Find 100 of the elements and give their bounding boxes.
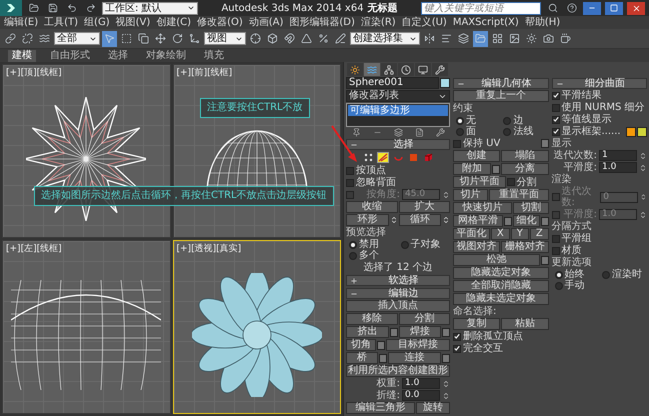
spinner-field[interactable]: 0.0 xyxy=(402,390,440,401)
close-button[interactable] xyxy=(627,2,645,14)
panel-tab[interactable] xyxy=(347,63,363,76)
panel-button[interactable]: 重置平面 xyxy=(489,189,548,201)
menu-item[interactable]: 图形编辑器(D) xyxy=(289,16,355,28)
panel-tab[interactable] xyxy=(415,63,431,76)
checkbox[interactable]: 保持 UV xyxy=(453,138,500,149)
panel-button[interactable]: 挤出 xyxy=(346,326,388,338)
panel-tab[interactable] xyxy=(432,63,448,76)
selection-filter-dropdown[interactable]: 全部 xyxy=(54,32,100,45)
radio-button[interactable]: 子对象 xyxy=(400,239,450,250)
rollout-header[interactable]: 编辑几何体 xyxy=(453,78,548,89)
panel-button[interactable]: 分离 xyxy=(501,163,548,175)
spinner-arrows-icon[interactable] xyxy=(639,164,647,172)
menu-item[interactable]: 帮助(H) xyxy=(524,16,560,28)
radio-button[interactable]: 禁用 xyxy=(349,239,398,250)
panel-button[interactable]: 细化 xyxy=(513,215,540,227)
settings-button[interactable] xyxy=(540,256,548,264)
checkbox[interactable]: 完全交互 xyxy=(453,343,503,354)
panel-button[interactable]: 目标焊接 xyxy=(386,339,450,351)
menu-item[interactable]: 视图(V) xyxy=(116,16,150,28)
radio-button[interactable]: 多个 xyxy=(349,250,398,261)
panel-button[interactable]: 粘贴 xyxy=(501,318,548,330)
radio-button[interactable]: 渲染时 xyxy=(602,269,647,280)
panel-button[interactable]: 切割 xyxy=(513,202,548,214)
panel-tab[interactable] xyxy=(398,63,414,76)
radio-button[interactable]: 法线 xyxy=(503,126,548,137)
viewport-label[interactable]: [+][前][线框] xyxy=(174,65,236,80)
ribbon-tab[interactable]: 对象绘制 xyxy=(142,50,190,62)
menu-item[interactable]: 创建(C) xyxy=(156,16,192,28)
modifier-list-dropdown[interactable]: 修改器列表 xyxy=(346,90,450,102)
selection-set-dropdown[interactable]: 创建选择集 xyxy=(350,32,420,45)
viewport[interactable]: [+][透视][真实] xyxy=(172,240,341,414)
panel-button[interactable]: 平面化 xyxy=(453,228,490,240)
panel-button[interactable]: 复制 xyxy=(453,318,500,330)
stack-item[interactable]: 可编辑多边形 xyxy=(348,105,448,116)
checkbox[interactable]: 平滑组 xyxy=(552,233,592,244)
settings-button[interactable] xyxy=(442,328,450,336)
panel-button[interactable]: 编辑三角形 xyxy=(346,402,415,414)
checkbox[interactable]: 材质 xyxy=(552,245,582,256)
spinner-arrows-icon[interactable] xyxy=(639,210,647,218)
checkbox[interactable]: 按顶点 xyxy=(346,165,386,176)
panel-button[interactable]: 松弛 xyxy=(453,254,540,266)
checkbox[interactable]: 删除孤立顶点 xyxy=(453,331,523,342)
panel-button[interactable]: 循环 xyxy=(398,214,441,226)
spinner-arrows-icon[interactable] xyxy=(442,216,450,224)
checkbox[interactable]: 显示框架...... xyxy=(552,126,621,137)
menu-item[interactable]: 渲染(R) xyxy=(360,16,396,28)
coordinate-dropdown[interactable]: 视图 xyxy=(204,32,246,45)
settings-button[interactable] xyxy=(376,340,385,350)
rollout-header[interactable]: 细分曲面 xyxy=(552,78,647,89)
checkbox[interactable]: 平滑结果 xyxy=(552,90,602,101)
app-logo-icon[interactable] xyxy=(0,0,22,16)
panel-button[interactable]: 插入顶点 xyxy=(346,300,450,312)
spinner-arrows-icon[interactable] xyxy=(442,392,450,400)
spinner-arrows-icon[interactable] xyxy=(640,193,647,201)
panel-button[interactable]: 隐藏未选定对象 xyxy=(453,293,548,305)
menu-item[interactable]: 自定义(U) xyxy=(402,16,447,28)
settings-button[interactable] xyxy=(442,354,450,362)
settings-button[interactable] xyxy=(390,328,398,336)
spinner-arrows-icon[interactable] xyxy=(442,190,450,198)
panel-button[interactable]: 收缩 xyxy=(346,201,398,213)
rollout-header[interactable]: 选择 xyxy=(346,139,450,150)
menu-item[interactable]: 工具(T) xyxy=(44,16,78,28)
maximize-button[interactable] xyxy=(605,2,623,14)
settings-button[interactable] xyxy=(504,216,512,226)
panel-button[interactable]: 附加 xyxy=(453,163,492,175)
panel-button[interactable]: 全部取消隐藏 xyxy=(453,280,548,292)
panel-button[interactable]: 塌陷 xyxy=(501,150,548,162)
panel-button[interactable]: 旋转 xyxy=(416,402,450,414)
menu-item[interactable]: 动画(A) xyxy=(248,16,284,28)
panel-button[interactable]: 快速切片 xyxy=(453,202,512,214)
panel-button[interactable]: 环形 xyxy=(346,214,388,226)
panel-button[interactable]: 桥 xyxy=(346,352,378,364)
color-swatch[interactable] xyxy=(626,126,636,136)
workspace-dropdown[interactable]: 工作区: 默认 xyxy=(102,2,198,14)
panel-button[interactable]: 扩大 xyxy=(398,201,450,213)
panel-tab[interactable] xyxy=(381,63,397,76)
panel-button[interactable]: 焊接 xyxy=(398,326,441,338)
search-field[interactable]: 键入关键字或短语 xyxy=(421,2,541,14)
checkbox[interactable]: 使用 NURMS 细分 xyxy=(552,102,645,113)
settings-button[interactable] xyxy=(379,354,388,362)
panel-button[interactable]: 网格平滑 xyxy=(453,215,504,227)
panel-button[interactable]: 切片 xyxy=(453,189,488,201)
panel-button[interactable]: 栅格对齐 xyxy=(501,241,548,253)
spinner-arrows-icon[interactable] xyxy=(442,380,450,388)
panel-button[interactable]: 切角 xyxy=(346,339,376,351)
spinner-field[interactable]: 1.0 xyxy=(599,162,637,173)
checkbox[interactable]: 忽略背面 xyxy=(346,177,396,188)
minimize-button[interactable] xyxy=(583,2,601,14)
settings-button[interactable] xyxy=(540,139,548,148)
panel-button[interactable]: 切片平面 xyxy=(453,176,506,188)
color-swatch[interactable] xyxy=(637,126,647,136)
menu-item[interactable]: 修改器(O) xyxy=(197,16,243,28)
color-swatch[interactable] xyxy=(440,78,450,88)
rollout-header[interactable]: 编辑边 xyxy=(346,288,450,299)
subobject-button[interactable] xyxy=(377,152,389,163)
spinner-arrows-icon[interactable] xyxy=(390,216,398,224)
panel-button[interactable]: 连接 xyxy=(388,352,441,364)
checkbox[interactable]: 等值线显示 xyxy=(552,114,612,125)
